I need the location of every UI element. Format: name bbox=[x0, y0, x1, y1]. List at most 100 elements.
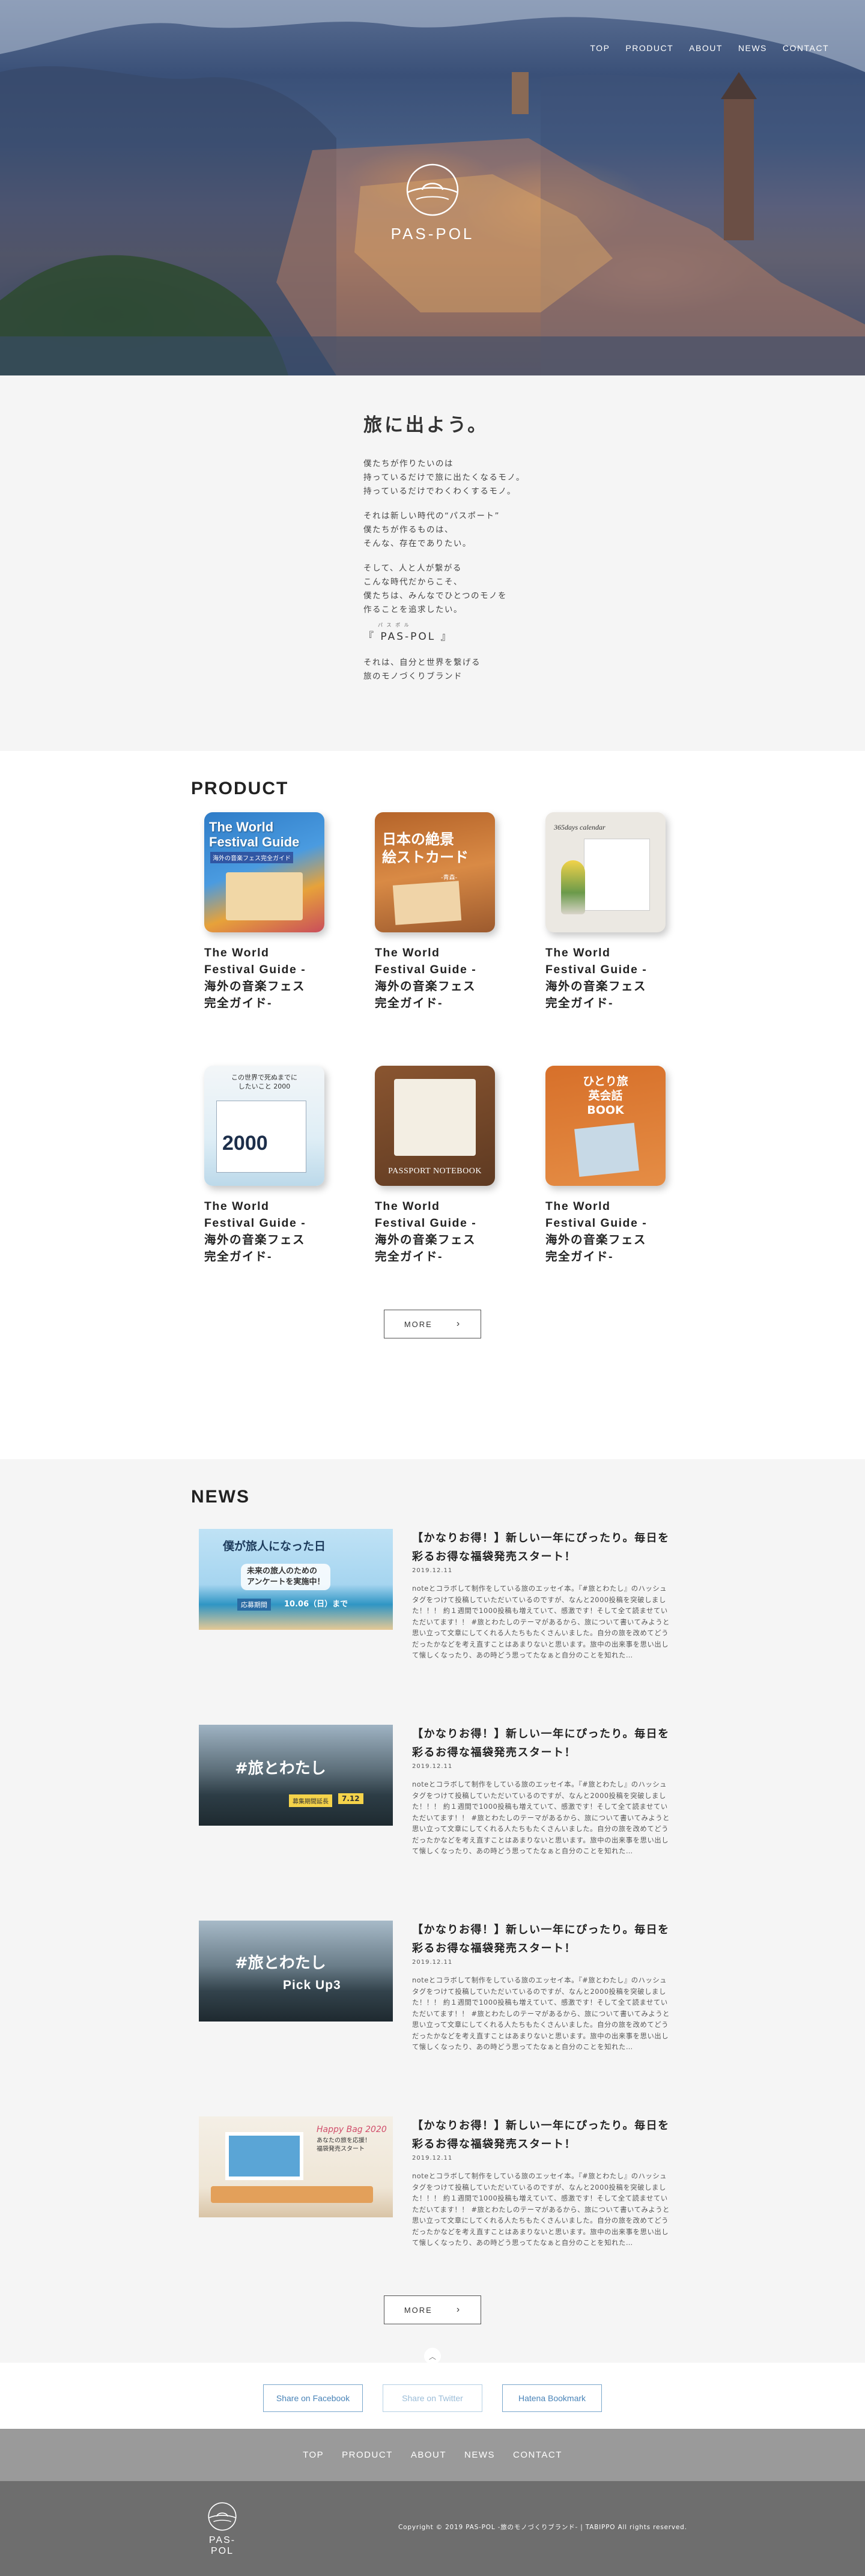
footer-nav-product[interactable]: PRODUCT bbox=[342, 2450, 393, 2460]
news-thumbnail: #旅とわたし 募集期間延長 7.12 bbox=[199, 1725, 393, 1826]
cover-art bbox=[226, 872, 303, 920]
product-name: The World Festival Guide - 海外の音楽フェス 完全ガイ… bbox=[204, 946, 306, 1010]
product-name: The World Festival Guide - 海外の音楽フェス 完全ガイ… bbox=[375, 946, 477, 1010]
cover-art bbox=[394, 1079, 476, 1156]
cover-title: この世界で死ぬまでに したいこと 2000 bbox=[231, 1074, 297, 1090]
more-label: MORE bbox=[404, 2305, 432, 2315]
thumb-art bbox=[225, 2132, 303, 2180]
product-image: The World Festival Guide 海外の音楽フェス完全ガイド bbox=[204, 812, 324, 932]
cover-art bbox=[392, 881, 462, 925]
footer-brand-name: PAS-POL bbox=[208, 2535, 236, 2556]
cover-number: 2000 bbox=[222, 1132, 268, 1155]
product-grid: The World Festival Guide 海外の音楽フェス完全ガイド T… bbox=[204, 812, 865, 1265]
more-label: MORE bbox=[404, 1319, 432, 1329]
intro-paragraph-2: それは新しい時代の“パスポート” 僕たちが作るものは、 そんな、存在でありたい。 bbox=[363, 511, 500, 548]
product-name: The World Festival Guide - 海外の音楽フェス 完全ガイ… bbox=[375, 1200, 477, 1263]
nav-news[interactable]: NEWS bbox=[738, 43, 767, 53]
news-title[interactable]: 【かなりお得！】新しい一年にぴったり。毎日を彩るお得な福袋発売スタート！ bbox=[412, 1725, 670, 1762]
thumb-title: 僕が旅人になった日 bbox=[223, 1540, 326, 1553]
cover-title: The World Festival Guide bbox=[209, 819, 300, 849]
news-date: 2019.12.11 bbox=[412, 1959, 453, 1966]
thumb-subtitle: あなたの旅を応援！ 福袋発売スタート bbox=[317, 2137, 371, 2152]
product-image: PASSPORT NOTEBOOK bbox=[375, 1066, 495, 1186]
product-card[interactable]: 日本の絶景 絵ストカード -青森- The World Festival Gui… bbox=[375, 812, 495, 1012]
news-date: 2019.12.11 bbox=[412, 1763, 453, 1770]
hero-section: TOP PRODUCT ABOUT NEWS CONTACT PAS-POL bbox=[0, 0, 865, 375]
cover-title: ひとり旅 英会話 BOOK bbox=[583, 1075, 628, 1117]
news-item[interactable]: #旅とわたし Pick Up3 【かなりお得！】新しい一年にぴったり。毎日を彩る… bbox=[199, 1921, 865, 2116]
news-title[interactable]: 【かなりお得！】新しい一年にぴったり。毎日を彩るお得な福袋発売スタート！ bbox=[412, 1921, 670, 1958]
back-to-top-icon[interactable]: ︿ bbox=[424, 2348, 441, 2365]
footer: PAS-POL Copyright © 2019 PAS-POL -旅のモノづく… bbox=[0, 2481, 865, 2576]
product-more-button[interactable]: MORE › bbox=[384, 1310, 481, 1338]
cover-art bbox=[584, 839, 650, 911]
thumb-subtitle: Pick Up3 bbox=[283, 1978, 341, 1992]
product-name: The World Festival Guide - 海外の音楽フェス 完全ガイ… bbox=[545, 1200, 648, 1263]
thumb-date: 10.06（日）まで bbox=[284, 1600, 348, 1609]
chevron-right-icon: › bbox=[456, 2304, 461, 2315]
news-date: 2019.12.11 bbox=[412, 1567, 453, 1574]
cover-subtitle: 海外の音楽フェス完全ガイド bbox=[210, 852, 293, 863]
news-item[interactable]: 僕が旅人になった日 未来の旅人のための アンケートを実施中！ 応募期間 10.0… bbox=[199, 1529, 865, 1725]
product-card[interactable]: ひとり旅 英会話 BOOK The World Festival Guide -… bbox=[545, 1066, 666, 1265]
news-list: 僕が旅人になった日 未来の旅人のための アンケートを実施中！ 応募期間 10.0… bbox=[199, 1529, 865, 2312]
share-twitter-button[interactable]: Share on Twitter bbox=[383, 2384, 482, 2412]
thumb-title: Happy Bag 2020 bbox=[317, 2125, 387, 2134]
nav-about[interactable]: ABOUT bbox=[689, 43, 723, 53]
thumb-badge: 募集期間延長 bbox=[289, 1794, 332, 1807]
news-thumbnail: 僕が旅人になった日 未来の旅人のための アンケートを実施中！ 応募期間 10.0… bbox=[199, 1529, 393, 1630]
cover-subtitle: -青森- bbox=[441, 875, 458, 881]
product-image: 365days calendar bbox=[545, 812, 666, 932]
hero-logo[interactable]: PAS-POL bbox=[387, 162, 478, 243]
nav-contact[interactable]: CONTACT bbox=[783, 43, 829, 53]
share-facebook-button[interactable]: Share on Facebook bbox=[263, 2384, 363, 2412]
main-nav: TOP PRODUCT ABOUT NEWS CONTACT bbox=[590, 43, 829, 53]
cover-title: 日本の絶景 絵ストカード bbox=[382, 831, 469, 866]
product-card[interactable]: この世界で死ぬまでに したいこと 2000 2000 The World Fes… bbox=[204, 1066, 324, 1265]
thumb-subtitle: 未来の旅人のための アンケートを実施中！ bbox=[241, 1564, 331, 1590]
cover-art bbox=[574, 1122, 639, 1177]
news-item[interactable]: #旅とわたし 募集期間延長 7.12 【かなりお得！】新しい一年にぴったり。毎日… bbox=[199, 1725, 865, 1921]
hero-brand-name: PAS-POL bbox=[390, 225, 475, 243]
news-thumbnail: #旅とわたし Pick Up3 bbox=[199, 1921, 393, 2022]
thumb-title: #旅とわたし bbox=[235, 1760, 326, 1778]
footer-logo[interactable]: PAS-POL bbox=[200, 2502, 244, 2557]
news-excerpt: noteとコラボして制作をしている旅のエッセイ本。『#旅とわたし』のハッシュタグ… bbox=[412, 1976, 670, 2051]
hat-logo-icon bbox=[406, 163, 459, 216]
footer-nav-top[interactable]: TOP bbox=[303, 2450, 324, 2460]
hatena-bookmark-button[interactable]: Hatena Bookmark bbox=[502, 2384, 602, 2412]
news-section: NEWS 僕が旅人になった日 未来の旅人のための アンケートを実施中！ 応募期間… bbox=[0, 1459, 865, 2363]
news-thumbnail: Happy Bag 2020 あなたの旅を応援！ 福袋発売スタート bbox=[199, 2116, 393, 2217]
news-date: 2019.12.11 bbox=[412, 2155, 453, 2161]
product-card[interactable]: 365days calendar The World Festival Guid… bbox=[545, 812, 666, 1012]
intro-title: 旅に出よう。 bbox=[363, 415, 489, 436]
product-heading: PRODUCT bbox=[191, 779, 289, 798]
news-title[interactable]: 【かなりお得！】新しい一年にぴったり。毎日を彩るお得な福袋発売スタート！ bbox=[412, 2116, 670, 2154]
thumb-badge: 応募期間 bbox=[237, 1599, 271, 1611]
nav-product[interactable]: PRODUCT bbox=[625, 43, 673, 53]
news-title[interactable]: 【かなりお得！】新しい一年にぴったり。毎日を彩るお得な福袋発売スタート！ bbox=[412, 1529, 670, 1566]
footer-nav-about[interactable]: ABOUT bbox=[411, 2450, 446, 2460]
footer-nav-news[interactable]: NEWS bbox=[464, 2450, 495, 2460]
copyright-text: Copyright © 2019 PAS-POL -旅のモノづくりブランド- |… bbox=[398, 2524, 687, 2531]
product-image: ひとり旅 英会話 BOOK bbox=[545, 1066, 666, 1186]
nav-top[interactable]: TOP bbox=[590, 43, 610, 53]
product-card[interactable]: The World Festival Guide 海外の音楽フェス完全ガイド T… bbox=[204, 812, 324, 1012]
news-heading: NEWS bbox=[191, 1487, 250, 1507]
news-excerpt: noteとコラボして制作をしている旅のエッセイ本。『#旅とわたし』のハッシュタグ… bbox=[412, 1781, 670, 1855]
footer-nav-contact[interactable]: CONTACT bbox=[513, 2450, 562, 2460]
brand-ruby: パ ス ポ ル bbox=[378, 622, 410, 628]
product-image: この世界で死ぬまでに したいこと 2000 2000 bbox=[204, 1066, 324, 1186]
cover-title: 365days calendar bbox=[554, 823, 606, 831]
hat-logo-icon bbox=[208, 2502, 237, 2531]
news-item[interactable]: Happy Bag 2020 あなたの旅を応援！ 福袋発売スタート 【かなりお得… bbox=[199, 2116, 865, 2312]
thumb-art-items bbox=[211, 2186, 373, 2203]
product-card[interactable]: PASSPORT NOTEBOOK The World Festival Gui… bbox=[375, 1066, 495, 1265]
cover-title: PASSPORT NOTEBOOK bbox=[388, 1167, 482, 1176]
product-section: PRODUCT The World Festival Guide 海外の音楽フェ… bbox=[0, 751, 865, 1459]
product-name: The World Festival Guide - 海外の音楽フェス 完全ガイ… bbox=[204, 1200, 306, 1263]
share-section: Share on Facebook Share on Twitter Haten… bbox=[0, 2363, 865, 2429]
thumb-date: 7.12 bbox=[338, 1793, 363, 1804]
intro-paragraph-4: それは、自分と世界を繋げる 旅のモノづくりブランド bbox=[363, 658, 481, 681]
intro-brand-line: 『 PAS-POL 』 bbox=[363, 631, 453, 643]
